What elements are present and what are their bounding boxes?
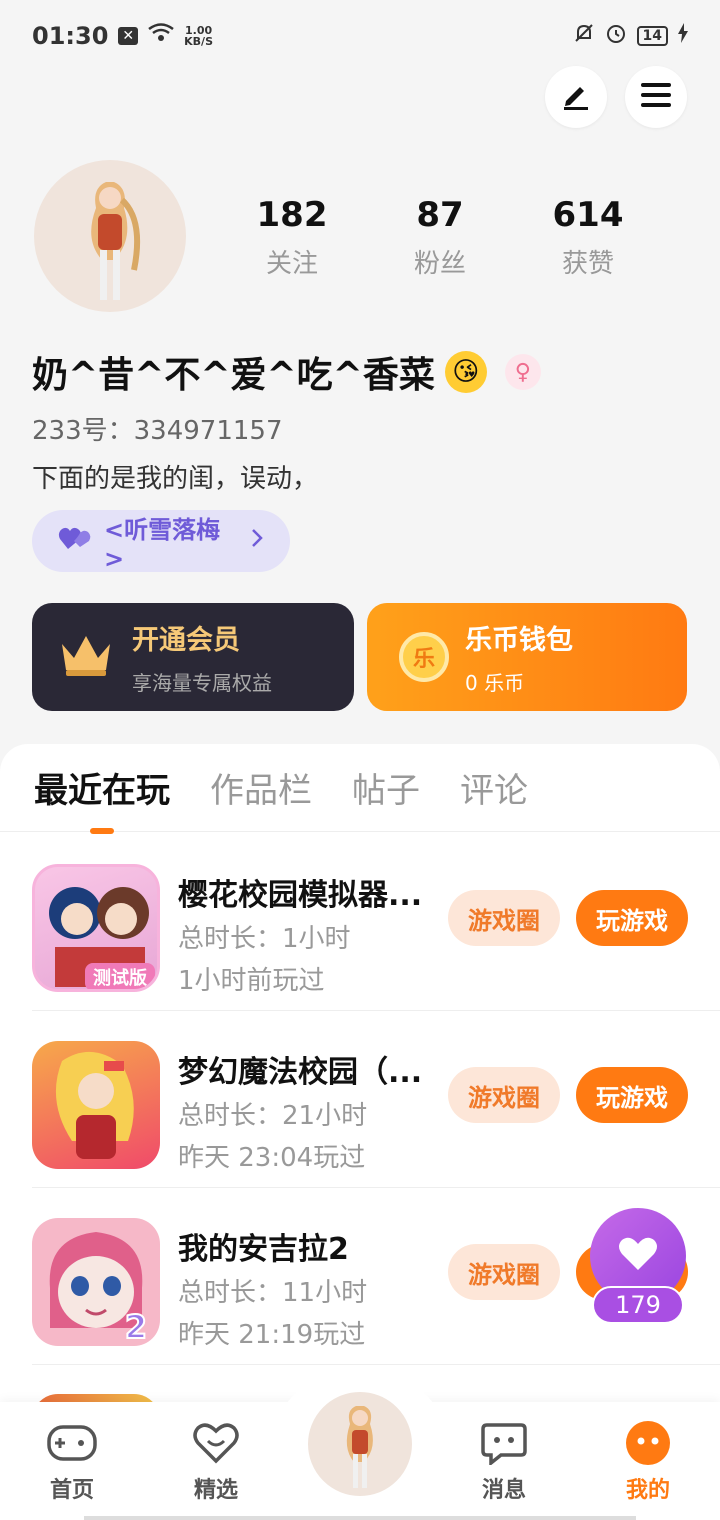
nickname: 奶^昔^不^爱^吃^香菜 xyxy=(32,355,435,396)
alarm-icon xyxy=(605,22,627,50)
me-face-icon xyxy=(623,1420,673,1466)
game-name: 梦幻魔法校园（... xyxy=(178,1055,423,1090)
stat-likes[interactable]: 614 获赞 xyxy=(514,195,662,280)
bottom-navigation: 首页 精选 消息 我的 xyxy=(0,1372,720,1520)
stat-value: 87 xyxy=(416,195,464,235)
wifi-icon xyxy=(148,23,174,49)
game-version-badge: 2 xyxy=(125,1308,147,1346)
status-bar: 01:30 ✕ 1.00 KB/S 14 xyxy=(0,0,720,72)
double-heart-icon xyxy=(58,525,92,557)
nav-home[interactable]: 首页 xyxy=(22,1420,122,1504)
nav-me[interactable]: 我的 xyxy=(598,1420,698,1504)
battery-indicator: 14 xyxy=(636,26,668,46)
avatar[interactable] xyxy=(34,160,186,312)
profile-tabs: 最近在玩 作品栏 帖子 评论 xyxy=(0,744,720,832)
nav-label: 首页 xyxy=(49,1478,94,1503)
wallet-balance: 0 乐币 xyxy=(465,671,525,695)
play-game-button[interactable]: 玩游戏 xyxy=(576,890,688,946)
game-icon[interactable] xyxy=(32,1041,160,1169)
net-speed: 1.00 KB/S xyxy=(184,25,213,47)
heart-icon xyxy=(618,1236,658,1276)
like-count: 179 xyxy=(592,1286,684,1324)
stat-label: 关注 xyxy=(265,249,318,279)
stat-value: 182 xyxy=(256,195,328,235)
play-game-button[interactable]: 玩游戏 xyxy=(576,1067,688,1123)
vip-card[interactable]: 开通会员 享海量专属权益 xyxy=(32,603,354,711)
game-name: 我的安吉拉2 xyxy=(178,1232,349,1267)
menu-icon xyxy=(640,81,672,113)
pencil-icon xyxy=(560,79,592,115)
female-gender-icon: ♀ xyxy=(504,354,541,390)
floating-like-button[interactable]: 179 xyxy=(590,1208,686,1326)
user-id: 233号：334971157 xyxy=(32,416,283,446)
stat-value: 614 xyxy=(552,195,624,235)
chat-bubble-icon xyxy=(479,1420,529,1466)
tab-posts[interactable]: 帖子 xyxy=(352,763,420,812)
game-duration: 总时长：21小时 xyxy=(178,1101,368,1131)
game-last-played: 昨天 21:19玩过 xyxy=(178,1320,366,1350)
game-last-played: 昨天 23:04玩过 xyxy=(178,1143,366,1173)
game-circle-button[interactable]: 游戏圈 xyxy=(448,1067,560,1123)
nav-label: 精选 xyxy=(193,1478,238,1503)
profile-stats: 182 关注 87 粉丝 614 获赞 xyxy=(218,195,662,280)
menu-button[interactable] xyxy=(625,66,687,128)
kiss-emoji-icon: 😘 xyxy=(444,351,487,393)
vip-title: 开通会员 xyxy=(132,625,240,656)
coin-icon: 乐 xyxy=(399,632,449,682)
stat-label: 粉丝 xyxy=(413,249,466,279)
stat-followers[interactable]: 87 粉丝 xyxy=(366,195,514,280)
game-icon[interactable]: 2 xyxy=(32,1218,160,1346)
cp-name: <听雪落梅> xyxy=(104,515,221,573)
game-name: 樱花校园模拟器... xyxy=(178,878,423,913)
chevron-right-icon xyxy=(250,527,264,555)
game-circle-button[interactable]: 游戏圈 xyxy=(448,890,560,946)
tab-recent-played[interactable]: 最近在玩 xyxy=(34,763,170,812)
heart-outline-icon xyxy=(191,1420,241,1466)
wallet-title: 乐币钱包 xyxy=(465,625,573,656)
game-row[interactable]: 梦幻魔法校园（... 总时长：21小时 昨天 23:04玩过 游戏圈 玩游戏 xyxy=(0,1011,720,1188)
vip-subtitle: 享海量专属权益 xyxy=(132,671,272,695)
nav-messages[interactable]: 消息 xyxy=(454,1420,554,1504)
tab-works[interactable]: 作品栏 xyxy=(210,763,312,812)
home-indicator xyxy=(84,1516,636,1520)
bio: 下面的是我的闺，误动， xyxy=(32,464,319,494)
stat-label: 获赞 xyxy=(561,249,614,279)
nickname-row: 奶^昔^不^爱^吃^香菜 😘 ♀ xyxy=(32,346,541,398)
game-duration: 总时长：11小时 xyxy=(178,1278,368,1308)
nav-label: 消息 xyxy=(481,1478,526,1503)
game-icon[interactable]: 测试版 xyxy=(32,864,160,992)
edit-profile-button[interactable] xyxy=(545,66,607,128)
mute-bell-icon xyxy=(573,22,595,50)
crown-icon xyxy=(58,632,114,682)
tab-comments[interactable]: 评论 xyxy=(460,763,528,812)
gamepad-icon xyxy=(47,1420,97,1466)
game-row[interactable]: 测试版 樱花校园模拟器... 总时长：1小时 1小时前玩过 游戏圈 玩游戏 xyxy=(0,834,720,1011)
charging-icon xyxy=(678,23,688,49)
stat-following[interactable]: 182 关注 xyxy=(218,195,366,280)
divider xyxy=(32,1364,720,1365)
test-version-badge: 测试版 xyxy=(93,967,147,989)
notification-icon: ✕ xyxy=(118,27,139,45)
nav-label: 我的 xyxy=(625,1478,670,1503)
center-avatar-button[interactable] xyxy=(304,1388,416,1500)
game-duration: 总时长：1小时 xyxy=(178,924,351,954)
nav-featured[interactable]: 精选 xyxy=(166,1420,266,1504)
net-speed-unit: KB/S xyxy=(184,35,213,48)
game-last-played: 1小时前玩过 xyxy=(178,966,325,996)
wallet-card[interactable]: 乐 乐币钱包 0 乐币 xyxy=(367,603,687,711)
cp-relationship-pill[interactable]: <听雪落梅> xyxy=(32,510,290,573)
game-circle-button[interactable]: 游戏圈 xyxy=(448,1244,560,1300)
clock: 01:30 xyxy=(32,22,109,50)
